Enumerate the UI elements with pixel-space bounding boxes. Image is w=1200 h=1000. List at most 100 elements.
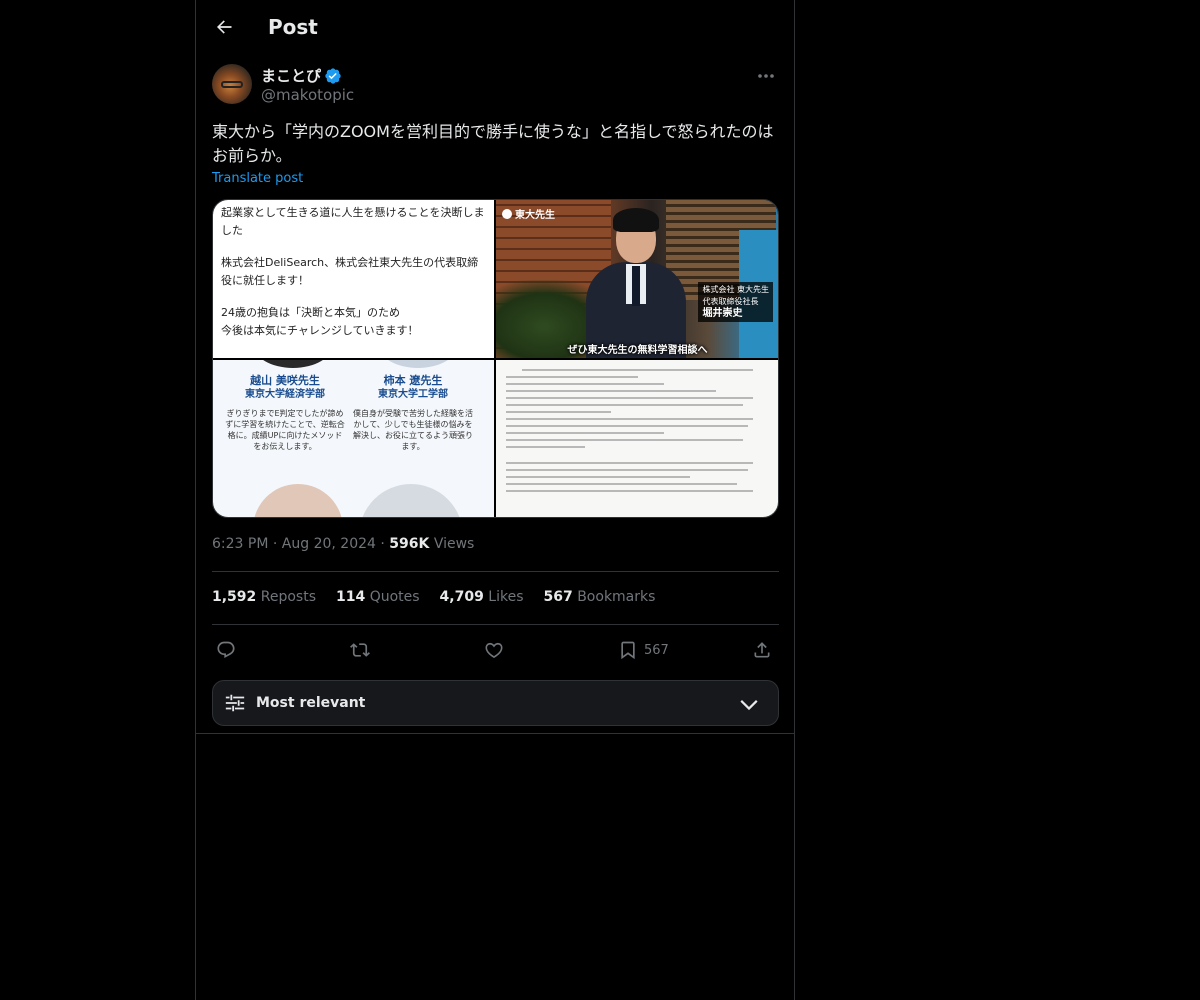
person-tie <box>632 266 640 306</box>
author-handle[interactable]: @makotopic <box>261 86 354 104</box>
teacher-1-school: 東京大学経済学部 <box>245 389 325 400</box>
verified-badge-icon[interactable] <box>324 67 342 85</box>
person-hair <box>613 208 659 232</box>
stat-bookmarks[interactable]: 567 Bookmarks <box>544 589 656 605</box>
document-text-line <box>506 411 612 413</box>
teacher-card-1: 越山 美咲先生 東京大学経済学部 ぎりぎりまでE判定でしたが諦めずに学習を続けた… <box>225 374 345 452</box>
more-dots-icon <box>758 74 774 78</box>
stat-bookmarks-label: Bookmarks <box>577 589 656 605</box>
share-button[interactable] <box>752 636 772 664</box>
bookmark-icon <box>621 641 635 660</box>
post-date[interactable]: Aug 20, 2024 <box>282 536 376 552</box>
teacher-2-desc: 僕自身が受験で苦労した経験を活かして、少しでも生徒様の悩みを解決し、お役に立てる… <box>353 409 473 451</box>
heart-icon <box>485 642 503 659</box>
arrow-left-icon <box>217 20 232 34</box>
document-text-line <box>506 483 738 485</box>
document-text-line <box>521 369 754 371</box>
document-text-line <box>506 376 638 378</box>
channel-badge-label: 東大先生 <box>515 210 555 221</box>
repost-icon <box>350 643 370 657</box>
caption-name: 堀井崇史 <box>702 308 743 319</box>
document-text-line <box>506 446 585 448</box>
views-count: 596K <box>389 536 430 552</box>
column-divider <box>196 733 794 734</box>
stat-bookmarks-count: 567 <box>543 589 573 605</box>
main-column: Post まことぴ @makotopic 東大から「学内のZOOMを営利目的で勝… <box>195 0 795 1000</box>
caption-title: 代表取締役社長 <box>702 297 759 306</box>
back-button[interactable] <box>206 9 242 45</box>
stat-quotes[interactable]: 114 Quotes <box>336 589 420 605</box>
sliders-icon <box>224 692 246 714</box>
media-tile-4[interactable] <box>496 360 778 517</box>
stat-likes[interactable]: 4,709 Likes <box>440 589 524 605</box>
meta-separator: · <box>272 536 278 552</box>
views-label: Views <box>433 536 475 552</box>
media-tile-3[interactable]: 越山 美咲先生 東京大学経済学部 ぎりぎりまでE判定でしたが諦めずに学習を続けた… <box>213 360 494 517</box>
document-text-line <box>506 439 743 441</box>
teacher-photo-bottom-left <box>253 484 343 517</box>
stat-quotes-label: Quotes <box>369 589 420 605</box>
translate-post-link[interactable]: Translate post <box>212 171 303 186</box>
reply-icon <box>217 641 235 659</box>
avatar-glasses <box>221 81 243 88</box>
bookmark-count: 567 <box>644 642 669 658</box>
engagement-stats: 1,592 Reposts 114 Quotes 4,709 Likes 567… <box>212 589 675 605</box>
teacher-2-school: 東京大学工学部 <box>378 389 448 400</box>
document-text-line <box>506 476 691 478</box>
document-text-line <box>506 390 717 392</box>
name-caption: 株式会社 東大先生 代表取締役社長 堀井崇史 <box>698 282 773 322</box>
repost-button[interactable] <box>350 636 370 664</box>
document-text-line <box>506 383 664 385</box>
reply-sort-dropdown[interactable]: Most relevant <box>212 680 779 726</box>
channel-badge: 東大先生 <box>502 206 555 221</box>
share-icon <box>754 642 770 658</box>
document-text-line <box>506 418 754 420</box>
teacher-photo-top-right <box>378 360 458 368</box>
channel-logo-icon <box>502 208 512 219</box>
stat-reposts-label: Reposts <box>260 589 316 605</box>
action-bar: 567 <box>212 636 779 664</box>
media-grid: 起業家として生きる道に人生を懸けることを決断しました 株式会社DeliSearc… <box>212 199 779 518</box>
video-subtitle: ぜひ東大先生の無料学習相談へ <box>567 345 708 356</box>
meta-separator: · <box>380 536 385 552</box>
like-button[interactable] <box>484 636 504 664</box>
avatar[interactable] <box>212 64 252 104</box>
more-options-button[interactable] <box>754 66 778 86</box>
stat-reposts[interactable]: 1,592 Reposts <box>212 589 316 605</box>
caption-company: 株式会社 東大先生 <box>702 285 769 294</box>
post-author: まことぴ @makotopic <box>212 64 778 108</box>
chevron-down-icon <box>738 693 760 715</box>
author-display-name[interactable]: まことぴ <box>261 65 321 86</box>
document-text-line <box>506 404 743 406</box>
teacher-1-desc: ぎりぎりまでE判定でしたが諦めずに学習を続けたことで、逆転合格に。成績UPに向け… <box>225 409 345 451</box>
document-text-line <box>506 397 754 399</box>
divider <box>212 571 779 572</box>
post-header: Post <box>196 0 794 54</box>
teacher-photo-top-left <box>253 360 333 368</box>
post-time[interactable]: 6:23 PM <box>212 536 268 552</box>
teacher-2-name: 柿本 遼先生 <box>383 374 443 387</box>
teacher-1-name: 越山 美咲先生 <box>250 374 320 387</box>
reply-button[interactable] <box>216 636 236 664</box>
bookmark-button[interactable]: 567 <box>618 636 669 664</box>
tile1-line-1: 起業家として生きる道に人生を懸けることを決断しました <box>221 206 485 237</box>
teacher-card-2: 柿本 遼先生 東京大学工学部 僕自身が受験で苦労した経験を活かして、少しでも生徒… <box>353 374 473 452</box>
name-row: まことぴ <box>261 65 342 86</box>
tile1-line-2: 株式会社DeliSearch、株式会社東大先生の代表取締役に就任します！ <box>221 256 479 287</box>
media-tile-2[interactable]: 東大先生 株式会社 東大先生 代表取締役社長 堀井崇史 ぜひ東大先生の無料学習相… <box>496 200 778 358</box>
page-title: Post <box>268 15 318 39</box>
teacher-photo-bottom-right <box>359 484 463 517</box>
stat-reposts-count: 1,592 <box>212 589 257 605</box>
media-tile-1[interactable]: 起業家として生きる道に人生を懸けることを決断しました 株式会社DeliSearc… <box>213 200 494 358</box>
document-text-line <box>506 469 748 471</box>
stat-quotes-count: 114 <box>336 589 366 605</box>
divider <box>212 624 779 625</box>
document-text-line <box>506 425 748 427</box>
post-meta: 6:23 PM · Aug 20, 2024 · 596K Views <box>212 536 474 552</box>
stat-likes-count: 4,709 <box>439 589 484 605</box>
document-text-line <box>506 432 664 434</box>
sort-label: Most relevant <box>256 695 366 711</box>
tile1-line-4: 今後は本気にチャレンジしていきます！ <box>221 324 419 337</box>
post-text: 東大から「学内のZOOMを営利目的で勝手に使うな」と名指しで怒られたのはお前らか… <box>212 122 774 165</box>
document-text-line <box>506 490 754 492</box>
